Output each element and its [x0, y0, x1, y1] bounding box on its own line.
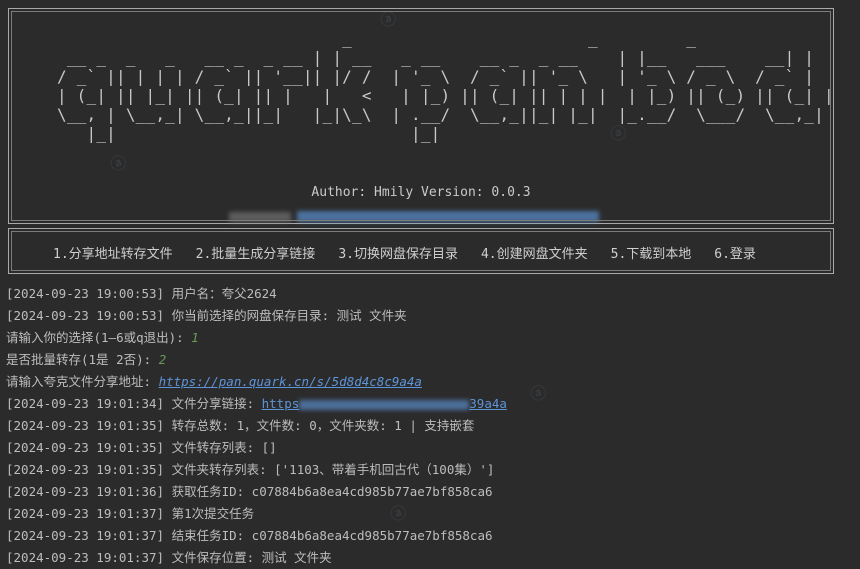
ascii-logo: _ _ _ __ _ _ _ __ _ _ __ | | __ _ __ __ … [57, 29, 834, 143]
blurred-label [229, 211, 291, 222]
log-line: [2024-09-23 19:01:37] 结束任务ID: c07884b6a8… [6, 528, 493, 543]
input-prompt-line: 请输入你的选择(1—6或q退出): 1 [6, 330, 199, 345]
share-url-input[interactable]: https://pan.quark.cn/s/5d8d4c8c9a4a [159, 374, 422, 389]
menu-box: 1.分享地址转存文件 2.批量生成分享链接 3.切换网盘保存目录 4.创建网盘文… [8, 228, 834, 274]
menu-item-5: 5.下载到本地 [610, 247, 692, 262]
blurred-url [297, 211, 599, 222]
input-prompt-line: 请输入夸克文件分享地址: https://pan.quark.cn/s/5d8d… [6, 374, 422, 389]
ascii-banner: _ _ _ __ _ _ _ __ _ _ __ | | __ _ __ __ … [8, 8, 834, 224]
author-version-line: Author: Hmily Version: 0.0.3 [311, 185, 531, 200]
blurred-url-segment [299, 399, 470, 410]
input-prompt-line: 是否批量转存(1是 2否): 2 [6, 352, 167, 367]
log-line: [2024-09-23 19:00:53] 你当前选择的网盘保存目录: 测试 文… [6, 308, 407, 323]
menu-item-6: 6.登录 [714, 247, 756, 262]
log-line: [2024-09-23 19:01:35] 文件转存列表: [] [6, 440, 277, 455]
log-line: [2024-09-23 19:01:35] 文件夹转存列表: ['1103、带着… [6, 462, 495, 477]
blurred-link-row [229, 209, 599, 224]
menu-item-2: 2.批量生成分享链接 [195, 247, 316, 262]
user-input-value: 1 [191, 330, 199, 345]
log-line: [2024-09-23 19:01:35] 转存总数: 1，文件数: 0，文件夹… [6, 418, 475, 433]
user-input-value: 2 [158, 352, 167, 367]
log-line: [2024-09-23 19:01:37] 第1次提交任务 [6, 506, 255, 521]
log-line: [2024-09-23 19:01:34] 文件分享链接: https 39a4a [6, 396, 507, 411]
log-line: [2024-09-23 19:00:53] 用户名：夸父2624 [6, 286, 277, 301]
console-output: [2024-09-23 19:00:53] 用户名：夸父2624 [2024-0… [6, 283, 860, 569]
menu-item-3: 3.切换网盘保存目录 [338, 247, 458, 262]
share-link[interactable]: https [262, 396, 300, 411]
log-line: [2024-09-23 19:01:36] 获取任务ID: c07884b6a8… [6, 484, 493, 499]
menu-options: 1.分享地址转存文件 2.批量生成分享链接 3.切换网盘保存目录 4.创建网盘文… [53, 243, 779, 262]
share-link-end[interactable]: 39a4a [469, 396, 507, 411]
menu-item-4: 4.创建网盘文件夹 [480, 247, 588, 262]
menu-item-1: 1.分享地址转存文件 [53, 247, 173, 262]
